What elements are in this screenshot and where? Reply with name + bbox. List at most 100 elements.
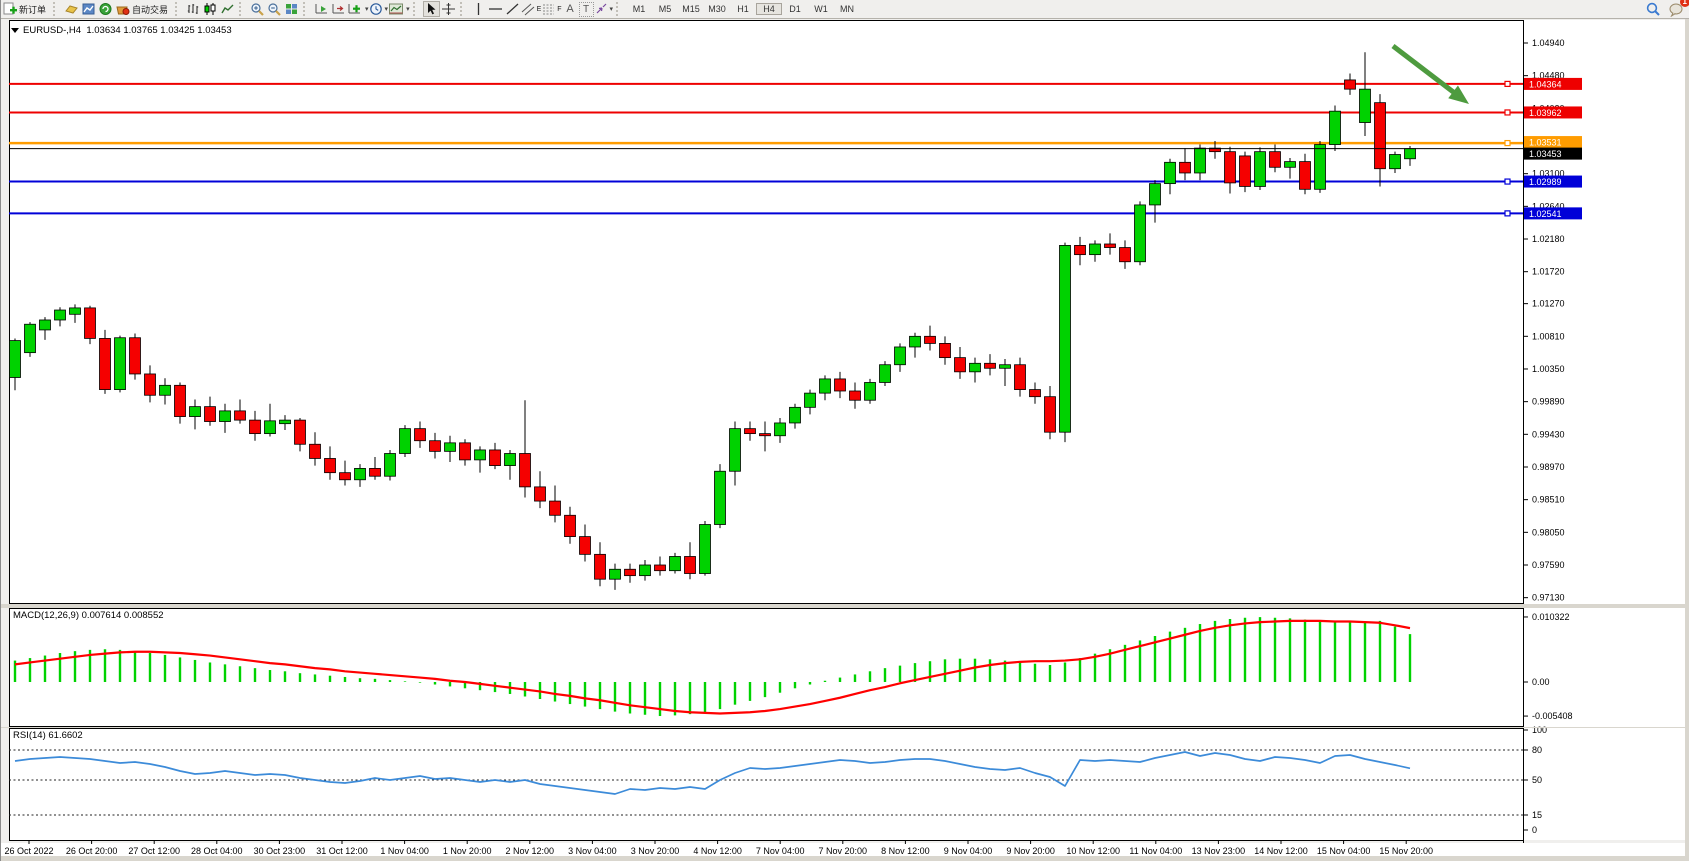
tf-button-M15[interactable]: M15 bbox=[678, 3, 704, 15]
candle-body bbox=[370, 468, 381, 476]
time-tick-label: 30 Oct 23:00 bbox=[254, 846, 306, 856]
time-tick-label: 1 Nov 04:00 bbox=[380, 846, 429, 856]
candlestick-chart-icon[interactable] bbox=[202, 1, 219, 17]
candle-body bbox=[970, 363, 981, 372]
candle-body bbox=[400, 429, 411, 454]
macd-tick-label: 0.00 bbox=[1532, 677, 1550, 687]
chart-canvas[interactable]: 1.049401.044801.040201.035601.031001.026… bbox=[1, 0, 1689, 861]
crosshair-icon[interactable] bbox=[440, 1, 457, 17]
panel-splitter[interactable] bbox=[1, 727, 1689, 728]
profiles-icon[interactable] bbox=[63, 1, 80, 17]
macd-panel[interactable] bbox=[10, 609, 1524, 727]
symbol-dropdown-icon[interactable] bbox=[11, 28, 19, 33]
tf-button-H4[interactable]: H4 bbox=[756, 3, 782, 15]
macd-name: MACD(12,26,9) bbox=[13, 610, 79, 621]
templates-icon[interactable]: ▾ bbox=[388, 1, 410, 17]
equidistant-channel-icon[interactable]: E bbox=[521, 1, 542, 17]
trendline-icon[interactable] bbox=[504, 1, 521, 17]
time-tick-label: 3 Nov 20:00 bbox=[631, 846, 680, 856]
tf-button-M5[interactable]: M5 bbox=[652, 3, 678, 15]
level-line-handle[interactable] bbox=[1505, 81, 1510, 86]
time-tick-label: 13 Nov 23:00 bbox=[1192, 846, 1246, 856]
toolbar-separator bbox=[616, 2, 623, 16]
candle-body bbox=[460, 443, 471, 460]
tf-button-MN[interactable]: MN bbox=[834, 3, 860, 15]
tf-button-W1[interactable]: W1 bbox=[808, 3, 834, 15]
navigator-icon[interactable] bbox=[97, 1, 114, 17]
candle-body bbox=[535, 487, 546, 501]
tf-button-M1[interactable]: M1 bbox=[626, 3, 652, 15]
rsi-panel[interactable] bbox=[10, 729, 1524, 841]
price-tick-label: 1.04940 bbox=[1532, 38, 1565, 48]
chart-title-bar[interactable]: EURUSD-,H4 1.03634 1.03765 1.03425 1.034… bbox=[11, 25, 232, 36]
price-tick-label: 1.00350 bbox=[1532, 364, 1565, 374]
auto-scroll-icon[interactable] bbox=[313, 1, 330, 17]
candle-body bbox=[880, 365, 891, 383]
tile-windows-icon[interactable] bbox=[283, 1, 300, 17]
candle-body bbox=[1165, 162, 1176, 183]
fibonacci-icon[interactable]: F bbox=[541, 1, 561, 17]
chart-shift-icon[interactable] bbox=[330, 1, 347, 17]
chevron-down-icon: ▾ bbox=[610, 5, 614, 13]
zoom-out-icon[interactable] bbox=[266, 1, 283, 17]
candle-body bbox=[1030, 390, 1041, 397]
candle-body bbox=[625, 569, 636, 575]
candle-body bbox=[1225, 152, 1236, 183]
level-line-handle[interactable] bbox=[1505, 179, 1510, 184]
candle-body bbox=[115, 338, 126, 390]
candle-body bbox=[655, 565, 666, 571]
search-icon[interactable] bbox=[1644, 1, 1661, 17]
candle-body bbox=[1075, 245, 1086, 254]
candle-body bbox=[130, 338, 141, 374]
candle-body bbox=[895, 347, 906, 365]
cursor-icon[interactable] bbox=[423, 1, 440, 17]
main-panel[interactable] bbox=[10, 21, 1524, 604]
candle-body bbox=[160, 385, 171, 395]
vertical-line-icon[interactable] bbox=[470, 1, 487, 17]
tf-button-M30[interactable]: M30 bbox=[704, 3, 730, 15]
chart-ohlc-values: 1.03634 1.03765 1.03425 1.03453 bbox=[86, 25, 231, 36]
autotrading-icon[interactable] bbox=[114, 1, 131, 17]
candle-body bbox=[220, 411, 231, 422]
new-order-icon[interactable] bbox=[1, 1, 18, 17]
autotrading-label[interactable]: 自动交易 bbox=[132, 3, 168, 16]
level-line-handle[interactable] bbox=[1505, 110, 1510, 115]
time-tick-label: 14 Nov 12:00 bbox=[1254, 846, 1308, 856]
price-badge-text: 1.02541 bbox=[1529, 209, 1562, 219]
candle-body bbox=[550, 501, 561, 515]
candle-body bbox=[865, 382, 876, 400]
text-icon[interactable]: A bbox=[562, 1, 579, 17]
candle-body bbox=[430, 441, 441, 452]
level-line-handle[interactable] bbox=[1505, 211, 1510, 216]
time-tick-label: 28 Oct 04:00 bbox=[191, 846, 243, 856]
arrows-objects-icon[interactable]: ▾ bbox=[594, 1, 614, 17]
candle-body bbox=[850, 391, 861, 400]
tf-button-D1[interactable]: D1 bbox=[782, 3, 808, 15]
candle-body bbox=[640, 565, 651, 576]
price-tick-label: 0.99430 bbox=[1532, 429, 1565, 439]
candle-body bbox=[10, 341, 21, 378]
zoom-in-icon[interactable] bbox=[249, 1, 266, 17]
candle-body bbox=[1015, 365, 1026, 390]
bar-chart-icon[interactable] bbox=[185, 1, 202, 17]
panel-splitter[interactable] bbox=[1, 604, 1689, 608]
new-order-label[interactable]: 新订单 bbox=[19, 3, 46, 16]
price-tick-label: 0.98050 bbox=[1532, 527, 1565, 537]
market-watch-icon[interactable] bbox=[80, 1, 97, 17]
tf-button-H1[interactable]: H1 bbox=[730, 3, 756, 15]
indicators-icon[interactable]: ▾ bbox=[347, 1, 369, 17]
time-tick-label: 26 Oct 2022 bbox=[4, 846, 53, 856]
candle-body bbox=[505, 453, 516, 465]
level-line-handle[interactable] bbox=[1505, 141, 1510, 146]
text-label-icon[interactable]: T bbox=[579, 2, 594, 17]
line-chart-icon[interactable] bbox=[219, 1, 236, 17]
horizontal-line-icon[interactable] bbox=[487, 1, 504, 17]
notifications-icon[interactable]: 1 bbox=[1667, 1, 1684, 17]
chart-symbol-period: EURUSD-,H4 bbox=[23, 25, 81, 36]
candle-body bbox=[235, 411, 246, 420]
time-tick-label: 2 Nov 12:00 bbox=[506, 846, 555, 856]
periods-icon[interactable]: ▾ bbox=[369, 1, 389, 17]
candle-body bbox=[1120, 248, 1131, 262]
rsi-value: 61.6602 bbox=[48, 730, 82, 741]
candle-body bbox=[595, 554, 606, 579]
